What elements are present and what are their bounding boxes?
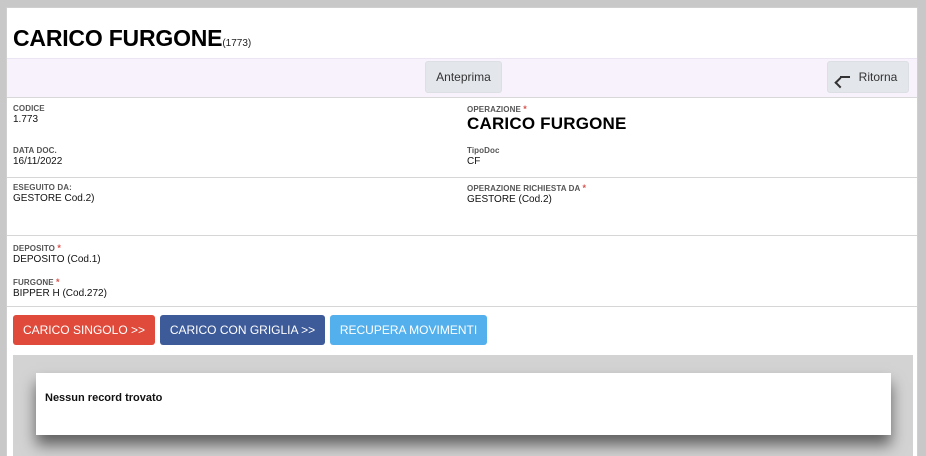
page-title: CARICO FURGONE [13,25,223,51]
deposito-value[interactable]: DEPOSITO (Cod.1) [13,254,101,265]
codice-field: CODICE 1.773 [13,104,45,125]
tipo-doc-field: TipoDoc CF [467,146,500,167]
deposito-label-text: DEPOSITO [13,244,55,253]
toolbar: Anteprima Ritorna [7,58,917,98]
data-doc-field: DATA DOC. 16/11/2022 [13,146,62,167]
eseguito-da-label: ESEGUITO DA: [13,183,72,192]
richiesta-da-value: GESTORE (Cod.2) [467,194,552,205]
location-section: DEPOSITO * DEPOSITO (Cod.1) FURGONE * BI… [7,236,917,307]
codice-value: 1.773 [13,114,39,125]
recupera-movimenti-button[interactable]: RECUPERA MOVIMENTI [330,315,487,345]
tipo-doc-value: CF [467,156,481,167]
deposito-field: DEPOSITO * DEPOSITO (Cod.1) [13,243,101,265]
data-doc-value: 16/11/2022 [13,156,63,167]
eseguito-da-value: GESTORE Cod.2) [13,193,95,204]
operazione-label-text: OPERAZIONE [467,105,521,114]
main-panel: CARICO FURGONE(1773) Anteprima Ritorna C… [6,7,918,456]
operazione-value: CARICO FURGONE [467,114,627,133]
furgone-value[interactable]: BIPPER H (Cod.272) [13,288,107,299]
preview-button[interactable]: Anteprima [425,61,502,93]
richiesta-da-label: OPERAZIONE RICHIESTA DA * [467,183,586,193]
records-grid-area: Nessun record trovato [13,355,913,456]
title-row: CARICO FURGONE(1773) [7,8,917,58]
action-bar: CARICO SINGOLO >> CARICO CON GRIGLIA >> … [7,307,917,353]
deposito-label: DEPOSITO * [13,243,101,253]
empty-grid-message: Nessun record trovato [45,392,163,404]
codice-label: CODICE [13,104,45,113]
data-doc-label: DATA DOC. [13,146,57,155]
operazione-field: OPERAZIONE * CARICO FURGONE [467,104,627,134]
document-info-section: CODICE 1.773 OPERAZIONE * CARICO FURGONE… [7,98,917,178]
arrow-left-icon [839,72,851,82]
operazione-label: OPERAZIONE * [467,104,627,114]
execution-section: ESEGUITO DA: GESTORE Cod.2) OPERAZIONE R… [7,178,917,236]
back-button-label: Ritorna [858,70,898,84]
furgone-label: FURGONE * [13,277,107,287]
eseguito-da-field: ESEGUITO DA: GESTORE Cod.2) [13,183,95,204]
document-id: (1773) [222,38,252,49]
carico-griglia-button[interactable]: CARICO CON GRIGLIA >> [160,315,325,345]
carico-singolo-button[interactable]: CARICO SINGOLO >> [13,315,155,345]
records-grid: Nessun record trovato [36,373,891,435]
required-marker: * [57,243,61,253]
furgone-field: FURGONE * BIPPER H (Cod.272) [13,277,107,299]
tipo-doc-label: TipoDoc [467,146,500,155]
richiesta-da-label-text: OPERAZIONE RICHIESTA DA [467,184,581,193]
required-marker: * [56,277,60,287]
furgone-label-text: FURGONE [13,278,54,287]
required-marker: * [582,183,587,193]
richiesta-da-field: OPERAZIONE RICHIESTA DA * GESTORE (Cod.2… [467,183,586,205]
required-marker: * [523,104,527,114]
back-button[interactable]: Ritorna [827,61,909,93]
